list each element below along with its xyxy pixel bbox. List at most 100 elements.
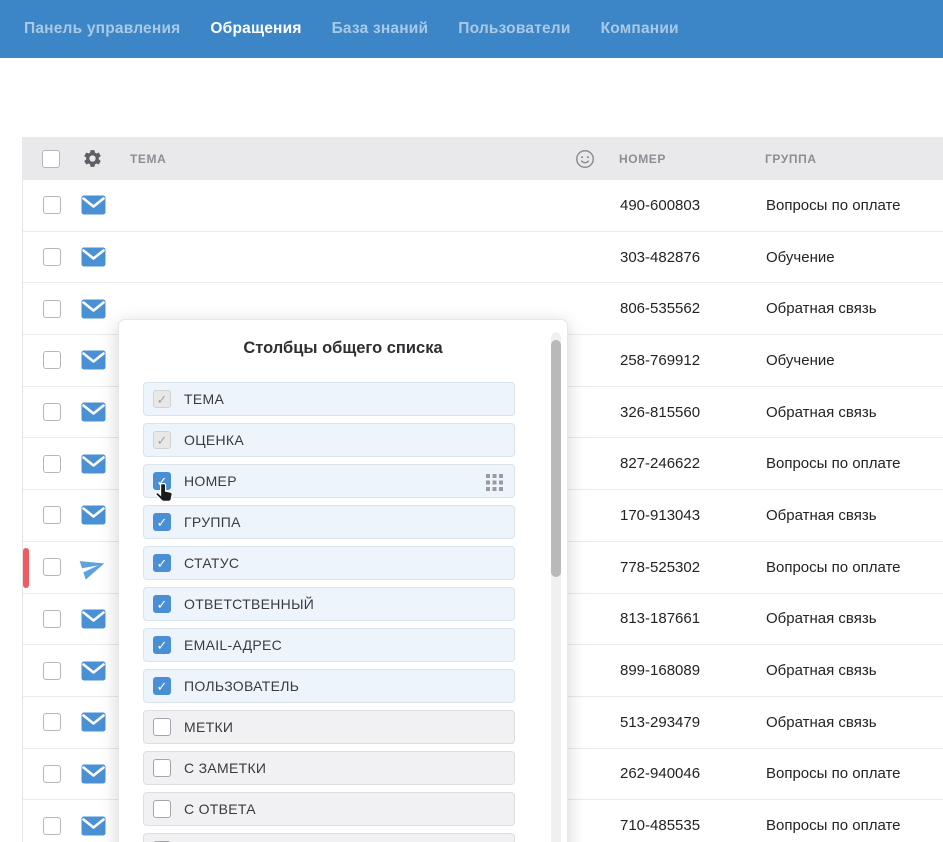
send-icon xyxy=(77,551,110,584)
envelope-icon xyxy=(81,816,106,836)
ticket-group: Вопросы по оплате xyxy=(756,765,943,782)
ticket-number[interactable]: 827-246622 xyxy=(608,455,756,472)
ticket-number[interactable]: 490-600803 xyxy=(608,197,756,214)
row-checkbox[interactable] xyxy=(43,817,61,835)
unread-marker xyxy=(23,548,29,588)
row-checkbox[interactable] xyxy=(43,765,61,783)
ticket-group: Вопросы по оплате xyxy=(756,197,943,214)
ticket-group: Обратная связь xyxy=(756,662,943,679)
column-checkbox[interactable]: ✓ xyxy=(153,472,171,490)
header-number[interactable]: НОМЕР xyxy=(607,152,755,166)
column-toggle-item[interactable]: ✓ НОМЕР xyxy=(143,464,515,498)
column-checkbox[interactable]: ✓ xyxy=(153,800,171,818)
nav-tab[interactable]: Панель управления xyxy=(24,20,180,38)
row-checkbox[interactable] xyxy=(43,196,61,214)
nav-tab[interactable]: Компании xyxy=(601,20,679,38)
check-icon: ✓ xyxy=(157,434,168,447)
row-checkbox[interactable] xyxy=(43,610,61,628)
ticket-number[interactable]: 710-485535 xyxy=(608,817,756,834)
column-toggle-item[interactable]: ✓ ОЦЕНКА xyxy=(143,423,515,457)
column-checkbox[interactable]: ✓ xyxy=(153,513,171,531)
column-toggle-item[interactable]: ✓ ТЕМА xyxy=(143,382,515,416)
column-label: НОМЕР xyxy=(184,473,237,489)
envelope-icon xyxy=(81,609,106,629)
row-checkbox[interactable] xyxy=(43,662,61,680)
tickets-table: ТЕМА НОМЕР ГРУППА xyxy=(0,137,943,842)
header-topic[interactable]: ТЕМА xyxy=(116,152,563,166)
column-toggle-item[interactable]: ✓ МЕТКИ xyxy=(143,710,515,744)
ticket-number[interactable]: 806-535562 xyxy=(608,300,756,317)
row-checkbox[interactable] xyxy=(43,558,61,576)
row-checkbox[interactable] xyxy=(43,248,61,266)
drag-handle-icon[interactable] xyxy=(485,473,504,497)
check-icon: ✓ xyxy=(157,475,168,488)
nav-tab[interactable]: Обращения xyxy=(210,20,301,38)
ticket-group: Обратная связь xyxy=(756,610,943,627)
column-toggle-item[interactable]: ✓ С ЗАМЕТКИ xyxy=(143,751,515,785)
popup-title: Столбцы общего списка xyxy=(119,339,567,358)
ticket-number[interactable]: 899-168089 xyxy=(608,662,756,679)
row-checkbox[interactable] xyxy=(43,351,61,369)
column-checkbox[interactable]: ✓ xyxy=(153,595,171,613)
envelope-icon xyxy=(81,247,106,267)
row-checkbox[interactable] xyxy=(43,403,61,421)
check-icon: ✓ xyxy=(157,393,168,406)
envelope-icon xyxy=(81,195,106,215)
ticket-number[interactable]: 262-940046 xyxy=(608,765,756,782)
ticket-number[interactable]: 813-187661 xyxy=(608,610,756,627)
column-checkbox[interactable]: ✓ xyxy=(153,431,171,449)
column-checkbox[interactable]: ✓ xyxy=(153,677,171,695)
column-toggle-item[interactable]: ✓ СТАТУС xyxy=(143,546,515,580)
column-checkbox[interactable]: ✓ xyxy=(153,554,171,572)
column-checkbox[interactable]: ✓ xyxy=(153,759,171,777)
ticket-group: Вопросы по оплате xyxy=(756,455,943,472)
column-toggle-item[interactable]: ✓ EMAIL-АДРЕС xyxy=(143,628,515,662)
ticket-group: Обратная связь xyxy=(756,404,943,421)
ticket-group: Обратная связь xyxy=(756,300,943,317)
column-checkbox[interactable]: ✓ xyxy=(153,636,171,654)
ticket-number[interactable]: 303-482876 xyxy=(608,249,756,266)
header-group[interactable]: ГРУППА xyxy=(755,152,943,166)
columns-settings-popup: Столбцы общего списка ✓ ТЕМА xyxy=(118,319,568,842)
nav-tab[interactable]: База знаний xyxy=(332,20,429,38)
envelope-icon xyxy=(81,402,106,422)
nav-tab[interactable]: Пользователи xyxy=(458,20,570,38)
envelope-icon xyxy=(81,712,106,732)
select-all-checkbox[interactable] xyxy=(42,150,60,168)
column-label: ОТВЕТСТВЕННЫЙ xyxy=(184,596,314,612)
column-toggle-item[interactable]: ✓ СОЗДАНО xyxy=(143,833,515,842)
envelope-icon xyxy=(81,764,106,784)
column-toggle-item[interactable]: ✓ ПОЛЬЗОВАТЕЛЬ xyxy=(143,669,515,703)
row-checkbox[interactable] xyxy=(43,713,61,731)
column-label: С ЗАМЕТКИ xyxy=(184,760,266,776)
column-checkbox[interactable]: ✓ xyxy=(153,718,171,736)
row-checkbox[interactable] xyxy=(43,300,61,318)
envelope-icon xyxy=(81,661,106,681)
column-toggle-item[interactable]: ✓ С ОТВЕТА xyxy=(143,792,515,826)
column-label: ПОЛЬЗОВАТЕЛЬ xyxy=(184,678,299,694)
row-checkbox[interactable] xyxy=(43,455,61,473)
column-checkbox[interactable]: ✓ xyxy=(153,390,171,408)
check-icon: ✓ xyxy=(157,598,168,611)
ticket-number[interactable]: 326-815560 xyxy=(608,404,756,421)
ticket-number[interactable]: 778-525302 xyxy=(608,559,756,576)
ticket-number[interactable]: 258-769912 xyxy=(608,352,756,369)
top-navigation: Панель управления Обращения База знаний … xyxy=(0,0,943,58)
column-toggle-item[interactable]: ✓ ОТВЕТСТВЕННЫЙ xyxy=(143,587,515,621)
column-label: ТЕМА xyxy=(184,391,224,407)
row-checkbox[interactable] xyxy=(43,506,61,524)
column-label: EMAIL-АДРЕС xyxy=(184,637,282,653)
ticket-number[interactable]: 170-913043 xyxy=(608,507,756,524)
gear-icon[interactable] xyxy=(82,148,103,169)
ticket-number[interactable]: 513-293479 xyxy=(608,714,756,731)
table-row[interactable]: 303-482876 Обучение xyxy=(23,232,943,284)
smiley-icon[interactable] xyxy=(574,148,596,170)
ticket-group: Вопросы по оплате xyxy=(756,559,943,576)
popup-scrollbar-thumb[interactable] xyxy=(551,340,561,577)
column-toggle-item[interactable]: ✓ ГРУППА xyxy=(143,505,515,539)
check-icon: ✓ xyxy=(157,639,168,652)
ticket-group: Вопросы по оплате xyxy=(756,817,943,834)
table-row[interactable]: 490-600803 Вопросы по оплате xyxy=(23,180,943,232)
check-icon: ✓ xyxy=(157,516,168,529)
envelope-icon xyxy=(81,350,106,370)
